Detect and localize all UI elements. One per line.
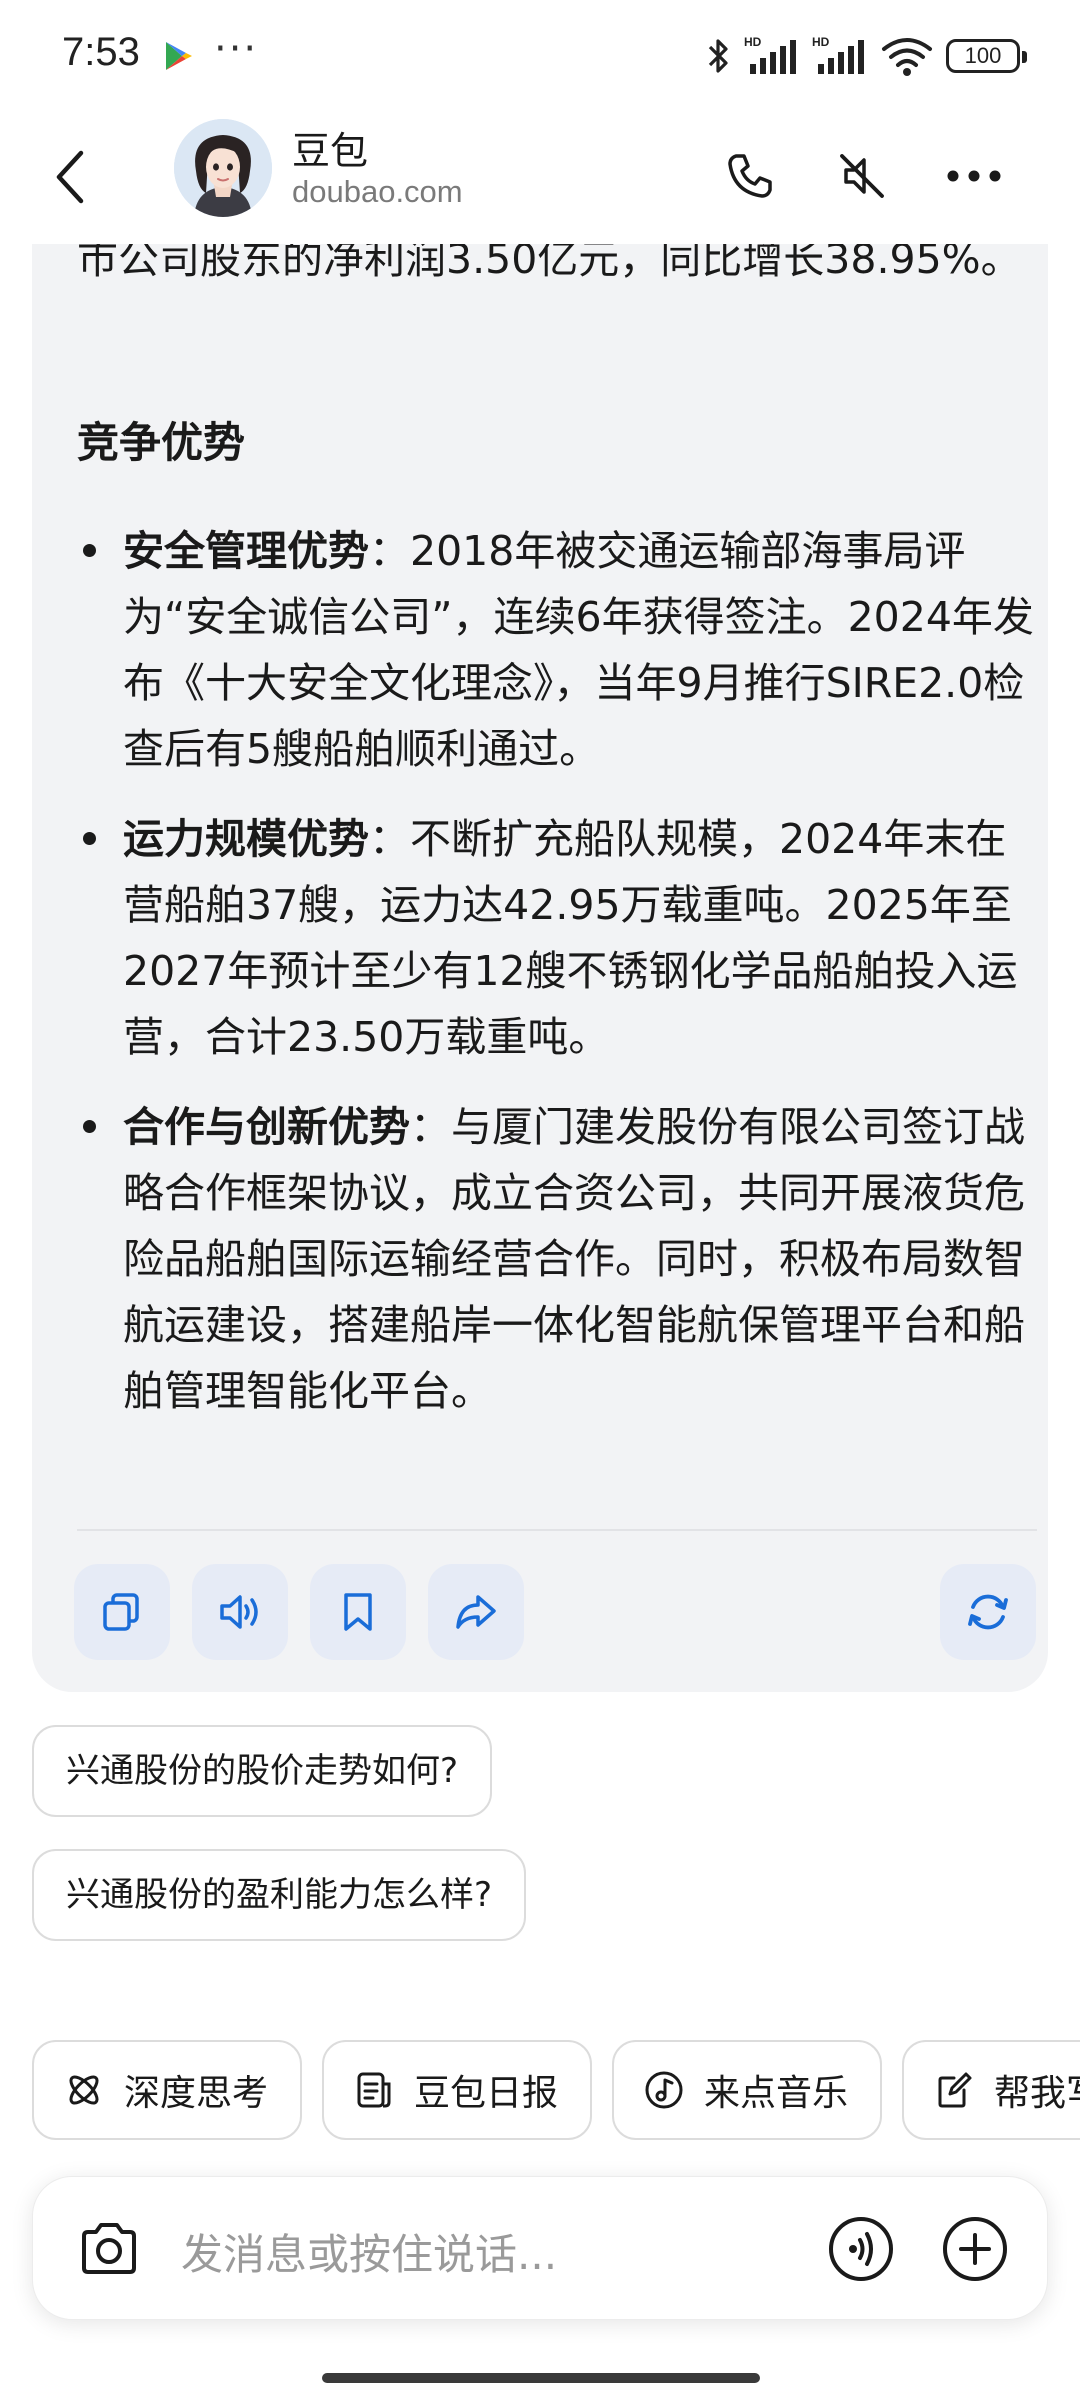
play-store-icon xyxy=(166,42,192,70)
bullet-list: 安全管理优势：2018年被交通运输部海事局评为“安全诚信公司”，连续6年获得签注… xyxy=(77,518,1037,1448)
read-aloud-button[interactable] xyxy=(192,1564,288,1660)
status-icons: HD HD 100 xyxy=(706,32,1027,80)
share-button[interactable] xyxy=(428,1564,524,1660)
write-icon xyxy=(934,2070,974,2110)
chip-deep-think[interactable]: 深度思考 xyxy=(32,2040,302,2140)
phone-icon xyxy=(728,154,772,198)
copy-button[interactable] xyxy=(74,1564,170,1660)
bullet-title: 运力规模优势 xyxy=(123,815,369,863)
speaker-muted-icon xyxy=(840,154,884,198)
message-heading: 竞争优势 xyxy=(77,418,246,467)
mute-button[interactable] xyxy=(822,136,902,216)
suggested-question[interactable]: 兴通股份的股价走势如何? xyxy=(32,1725,493,1817)
refresh-icon xyxy=(968,1594,1008,1630)
camera-icon xyxy=(82,2223,136,2274)
plus-icon xyxy=(943,2217,1007,2281)
wifi-icon xyxy=(882,38,932,76)
chip-write[interactable]: 帮我写 xyxy=(902,2040,1080,2140)
bullet-separator: ： xyxy=(369,527,410,575)
music-icon xyxy=(644,2070,684,2110)
chat-title: 豆包 xyxy=(292,129,369,173)
home-indicator[interactable] xyxy=(322,2373,760,2383)
message-input[interactable]: 发消息或按住说话... xyxy=(181,2221,557,2282)
add-button[interactable] xyxy=(937,2211,1013,2287)
assistant-message-card: 市公司股东的净利润3.50亿元，同比增长38.95%。 竞争优势 安全管理优势：… xyxy=(32,200,1048,1692)
chat-header: 豆包 doubao.com xyxy=(0,112,1080,244)
status-time: 7:53 xyxy=(62,30,140,74)
back-button[interactable] xyxy=(40,134,100,220)
svg-text:HD: HD xyxy=(744,35,762,49)
battery-icon: 100 xyxy=(946,39,1027,73)
assistant-avatar-image xyxy=(174,119,272,217)
status-bar: 7:53 ··· HD HD 100 xyxy=(0,0,1080,112)
screen: 7:53 ··· HD HD 100 市公司股东的净利润3.50亿元，同比增长3… xyxy=(0,0,1080,2400)
bookmark-icon xyxy=(344,1593,372,1631)
chat-subtitle: doubao.com xyxy=(292,174,463,209)
signal-hd-icon: HD xyxy=(744,35,796,74)
back-arrow-icon xyxy=(56,150,84,204)
bullet-separator: ： xyxy=(410,1103,451,1151)
message-input-bar: 发消息或按住说话... xyxy=(32,2176,1048,2320)
bullet-title: 合作与创新优势 xyxy=(123,1103,410,1151)
bookmark-button[interactable] xyxy=(310,1564,406,1660)
chip-daily-report[interactable]: 豆包日报 xyxy=(322,2040,592,2140)
suggested-question[interactable]: 兴通股份的盈利能力怎么样? xyxy=(32,1849,527,1941)
bluetooth-icon xyxy=(708,39,728,73)
bullet-item: 合作与创新优势：与厦门建发股份有限公司签订战略合作框架协议，成立合资公司，共同开… xyxy=(77,1094,1037,1424)
more-options-button[interactable] xyxy=(934,136,1014,216)
bullet-title: 安全管理优势 xyxy=(123,527,369,575)
chip-label: 豆包日报 xyxy=(414,2073,559,2114)
chip-music[interactable]: 来点音乐 xyxy=(612,2040,882,2140)
quick-actions: 深度思考 豆包日报 来点音乐 帮我 xyxy=(0,2040,1080,2142)
call-button[interactable] xyxy=(710,136,790,216)
regenerate-button[interactable] xyxy=(940,1564,1036,1660)
svg-text:HD: HD xyxy=(812,35,830,49)
message-actions xyxy=(74,1564,1036,1660)
bullet-item: 安全管理优势：2018年被交通运输部海事局评为“安全诚信公司”，连续6年获得签注… xyxy=(77,518,1037,782)
more-dots-icon xyxy=(947,170,1001,182)
signal-hd-icon: HD xyxy=(812,35,864,74)
avatar[interactable] xyxy=(174,119,272,217)
bullet-item: 运力规模优势：不断扩充船队规模，2024年末在营船舶37艘，运力达42.95万载… xyxy=(77,806,1037,1070)
status-more-dots: ··· xyxy=(214,26,259,72)
deep-think-icon xyxy=(64,2070,104,2110)
chip-label: 深度思考 xyxy=(124,2073,269,2114)
divider xyxy=(77,1529,1037,1531)
daily-report-icon xyxy=(354,2070,394,2110)
bullet-separator: ： xyxy=(369,815,410,863)
copy-icon xyxy=(103,1593,139,1631)
share-icon xyxy=(456,1595,496,1629)
camera-button[interactable] xyxy=(73,2213,145,2285)
speaker-icon xyxy=(220,1595,258,1629)
chip-label: 帮我写 xyxy=(994,2073,1080,2114)
voice-wave-icon xyxy=(829,2217,893,2281)
chip-label: 来点音乐 xyxy=(704,2073,849,2114)
voice-button[interactable] xyxy=(823,2211,899,2287)
